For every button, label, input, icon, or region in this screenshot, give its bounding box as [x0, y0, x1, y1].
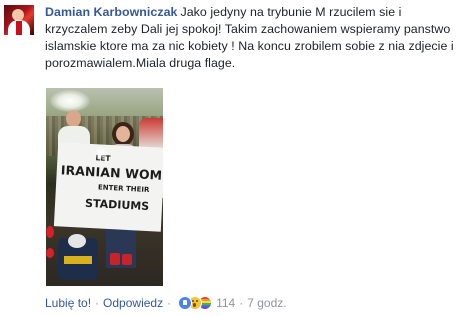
separator: ·	[239, 296, 244, 310]
reaction-count: 114	[216, 296, 236, 310]
banner-line-4: STADIUMS	[84, 196, 150, 214]
author-avatar[interactable]	[4, 5, 34, 35]
stadium-seat	[46, 226, 54, 238]
reply-link[interactable]: Odpowiedz	[103, 295, 163, 311]
comment-actions: Lubię to! · Odpowiedz · 114 · 7 godz.	[45, 295, 287, 311]
protest-banner: LET IRANIAN WOM ENTER THEIR STADIUMS	[53, 142, 163, 232]
author-name-link[interactable]: Damian Karbowniczak	[45, 5, 177, 19]
stadium-light	[50, 90, 90, 112]
reactions-summary[interactable]: 114	[178, 295, 235, 311]
comment-photo[interactable]: LET IRANIAN WOM ENTER THEIR STADIUMS	[46, 88, 163, 286]
timestamp[interactable]: 7 godz.	[247, 295, 286, 311]
separator: ·	[95, 296, 100, 310]
stadium-seat	[46, 248, 54, 258]
shoe	[110, 253, 120, 265]
comment: Damian Karbowniczak Jako jedyny na trybun…	[0, 0, 464, 316]
flash-glare	[94, 146, 108, 160]
comment-body: Damian Karbowniczak Jako jedyny na trybun…	[45, 4, 455, 72]
banner-line-2: IRANIAN WOM	[60, 162, 163, 183]
shoe	[122, 254, 132, 265]
bag	[58, 234, 98, 280]
separator: ·	[167, 296, 172, 310]
banner-line-3: ENTER THEIR	[97, 183, 150, 195]
like-reaction-icon	[178, 296, 193, 310]
like-link[interactable]: Lubię to!	[45, 295, 91, 311]
